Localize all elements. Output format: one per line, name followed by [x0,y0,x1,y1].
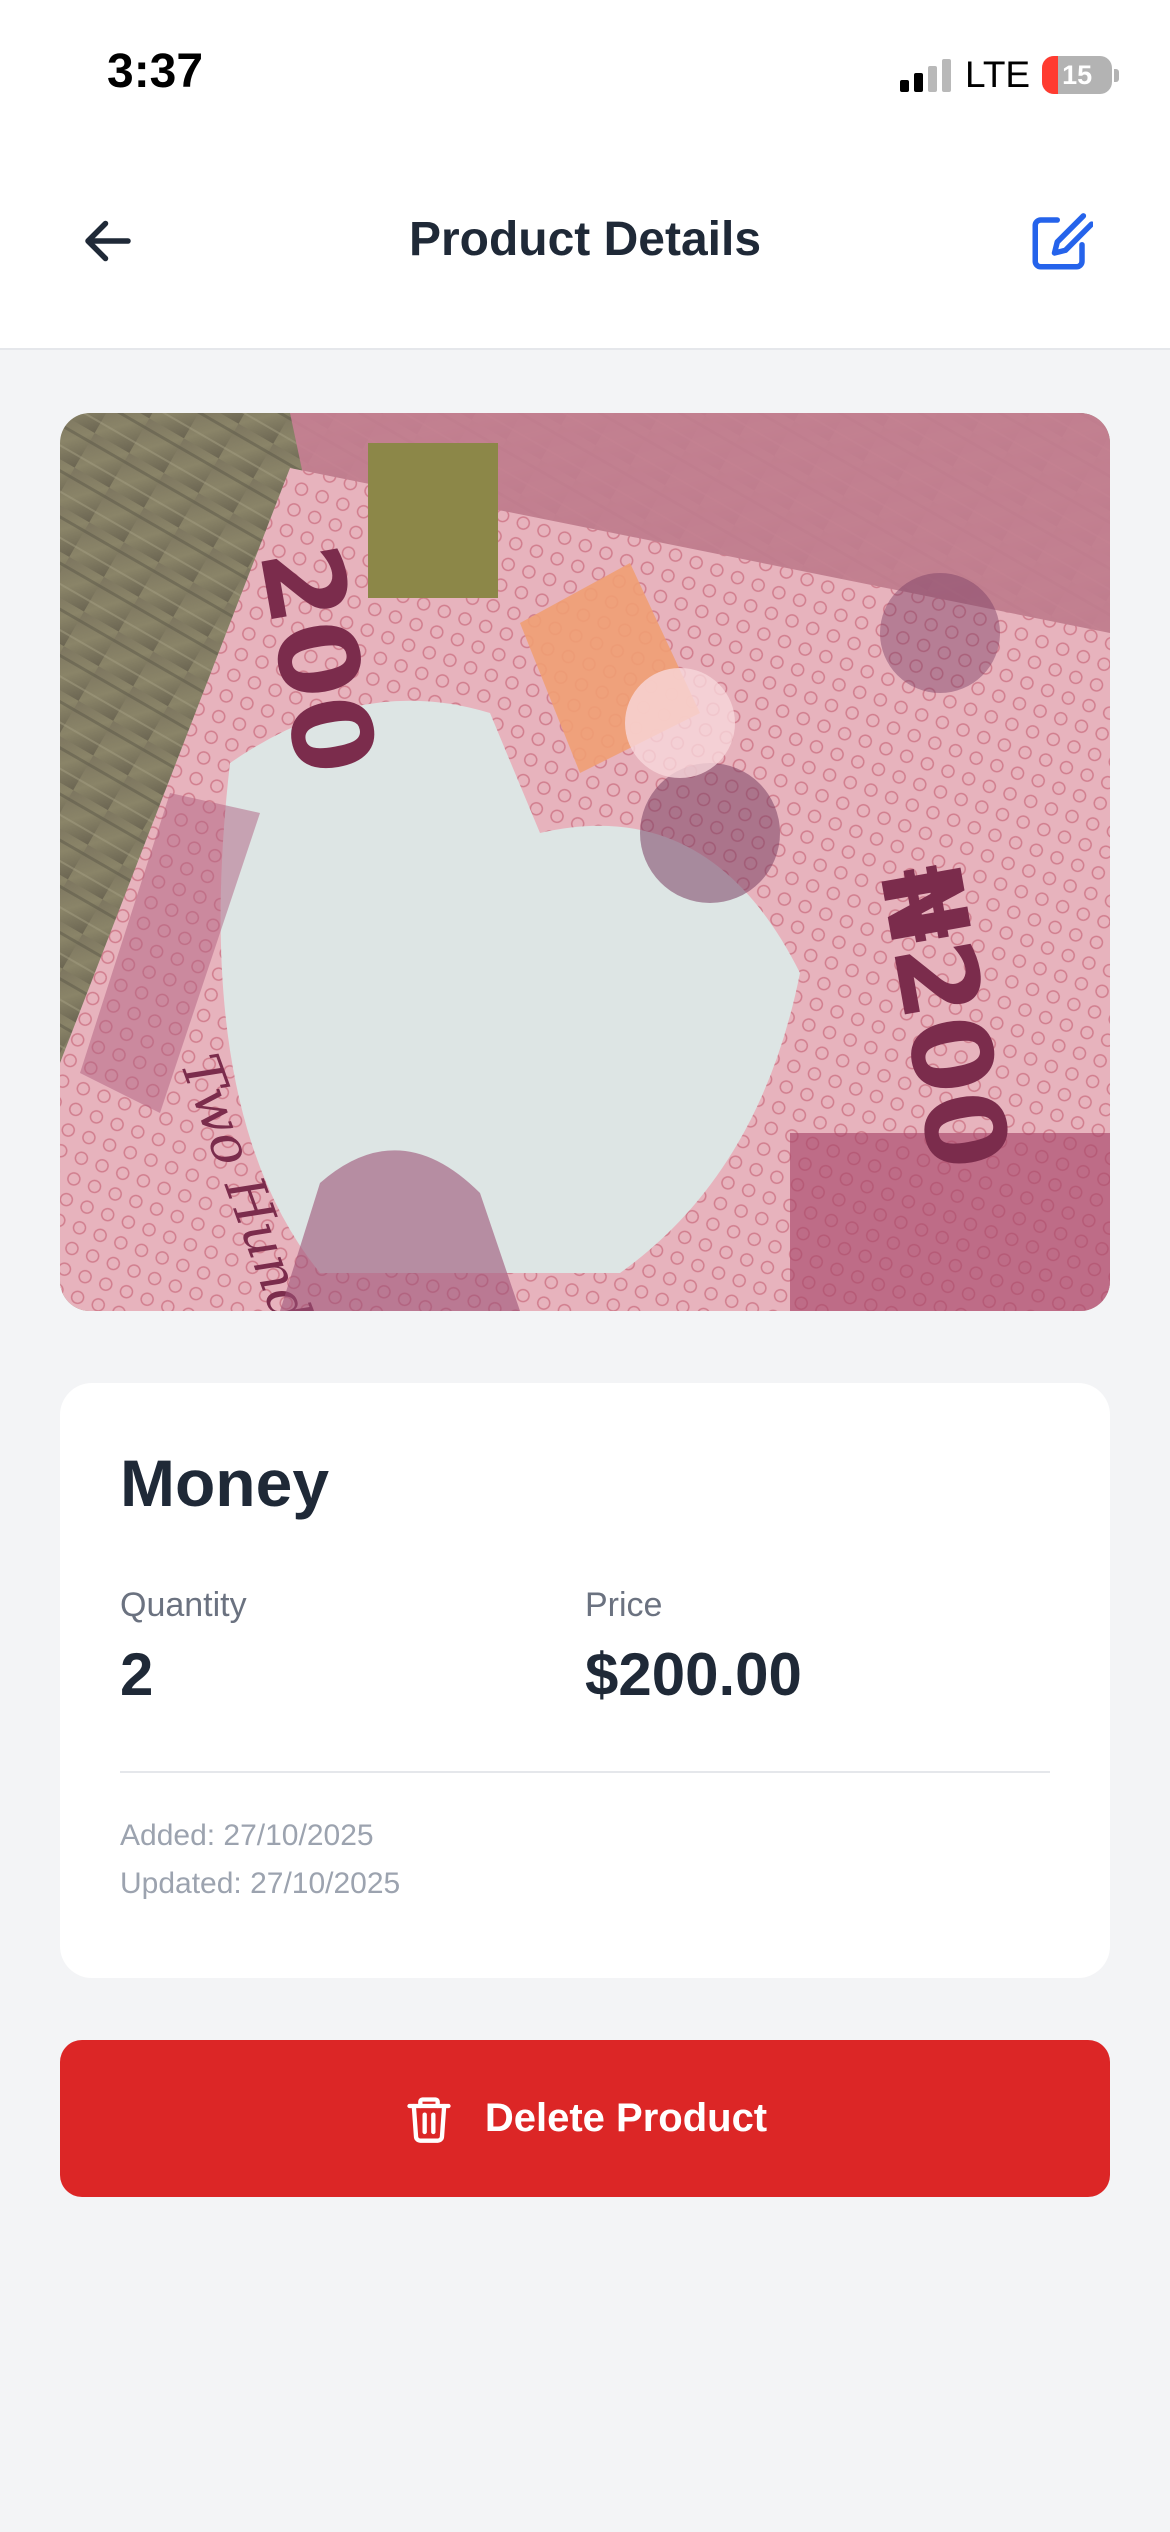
trash-icon [407,2096,451,2143]
banknote-image: ₦200 200 Two Hundred [60,413,1110,1311]
price-label: Price [585,1586,663,1624]
status-time: 3:37 [107,45,204,98]
delete-button-label: Delete Product [484,2096,768,2140]
page-title: Product Details [408,213,762,266]
price-value: $200.00 [585,1641,802,1708]
network-type: LTE [965,54,1031,95]
added-date: Added: 27/10/2025 [120,1819,374,1852]
product-name: Money [120,1446,330,1520]
battery-icon: 15 [1042,56,1113,94]
product-info-card: Money Quantity 2 Price $200.00 Added: 27… [60,1383,1110,1978]
delete-product-button[interactable]: Delete Product [60,2040,1110,2197]
status-bar: 3:37 LTE 15 [0,0,1170,150]
edit-button[interactable] [1020,202,1100,282]
navigation-bar: Product Details [0,150,1170,350]
edit-icon [1032,213,1093,270]
quantity-value: 2 [120,1641,154,1708]
divider [120,1771,1050,1773]
updated-date: Updated: 27/10/2025 [120,1867,401,1900]
quantity-label: Quantity [120,1586,247,1624]
status-indicators: LTE 15 [900,50,1120,100]
product-photo: ₦200 200 Two Hundred [60,413,1110,1311]
signal-icon [900,58,951,92]
battery-level: 15 [1062,59,1093,90]
